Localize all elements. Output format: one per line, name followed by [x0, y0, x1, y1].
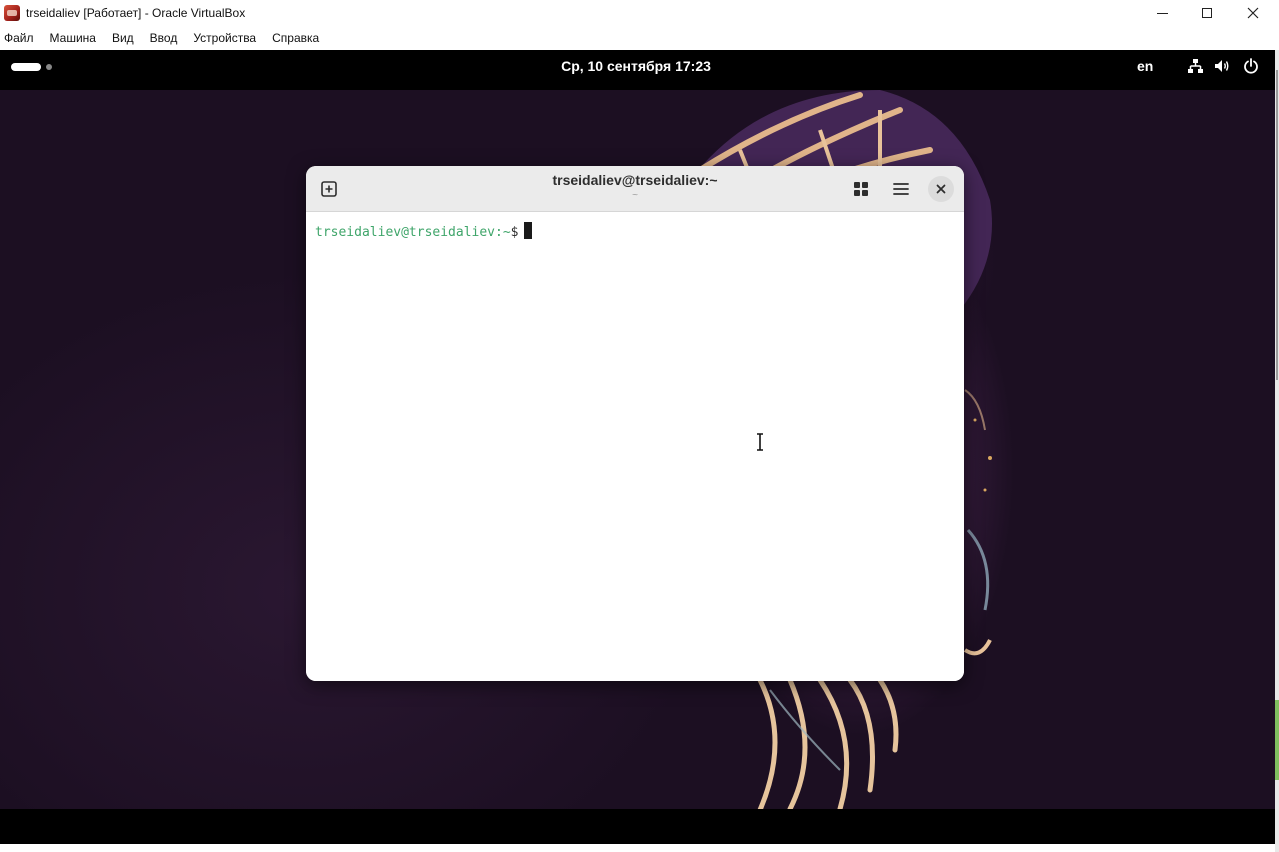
menu-devices[interactable]: Устройства: [193, 31, 256, 45]
menu-file[interactable]: Файл: [4, 31, 34, 45]
prompt-symbol: $: [510, 225, 519, 240]
host-edge-accent: [1275, 700, 1279, 780]
host-menubar: Файл Машина Вид Ввод Устройства Справка: [0, 26, 1279, 50]
terminal-window[interactable]: trseidaliev@trseidaliev:~ ~ trseidaliev@…: [306, 166, 964, 681]
virtualbox-app-icon: [4, 5, 20, 21]
host-window-title: trseidaliev [Работает] - Oracle VirtualB…: [26, 6, 246, 20]
menu-input[interactable]: Ввод: [150, 31, 178, 45]
guest-bottom-bar: [0, 809, 1275, 844]
prompt-user-host: trseidaliev@trseidaliev: [315, 225, 496, 240]
hamburger-menu-icon: [893, 183, 909, 195]
volume-icon[interactable]: [1214, 58, 1230, 74]
close-icon: [936, 184, 946, 194]
clock[interactable]: Ср, 10 сентября 17:23: [0, 50, 1272, 82]
shell-prompt-line: trseidaliev@trseidaliev:~$: [315, 222, 532, 242]
gnome-top-bar: Ср, 10 сентября 17:23 en: [0, 50, 1275, 90]
host-titlebar[interactable]: trseidaliev [Работает] - Oracle VirtualB…: [0, 0, 1279, 26]
menu-view[interactable]: Вид: [112, 31, 134, 45]
menu-help[interactable]: Справка: [272, 31, 319, 45]
maximize-icon: [1202, 8, 1212, 18]
menu-machine[interactable]: Машина: [50, 31, 96, 45]
close-window-button[interactable]: [1230, 0, 1276, 26]
network-icon[interactable]: [1187, 58, 1203, 74]
mouse-ibeam-cursor-icon: [757, 433, 763, 451]
main-menu-button[interactable]: [888, 176, 914, 202]
prompt-path: :~: [495, 225, 511, 240]
close-terminal-button[interactable]: [928, 176, 954, 202]
host-scrollbar-thumb[interactable]: [1276, 70, 1278, 380]
guest-display[interactable]: Ср, 10 сентября 17:23 en trseidaliev@trs…: [0, 50, 1275, 844]
minimize-button[interactable]: [1139, 0, 1185, 26]
grid-icon: [854, 182, 868, 196]
keyboard-layout-indicator[interactable]: en: [1137, 50, 1153, 82]
power-icon[interactable]: [1243, 58, 1259, 74]
close-icon: [1247, 7, 1259, 19]
terminal-output[interactable]: trseidaliev@trseidaliev:~$: [306, 213, 964, 681]
maximize-button[interactable]: [1184, 0, 1230, 26]
terminal-headerbar[interactable]: trseidaliev@trseidaliev:~ ~: [306, 166, 964, 212]
text-cursor: [523, 222, 532, 239]
tab-overview-button[interactable]: [848, 176, 874, 202]
minimize-icon: [1156, 12, 1168, 14]
